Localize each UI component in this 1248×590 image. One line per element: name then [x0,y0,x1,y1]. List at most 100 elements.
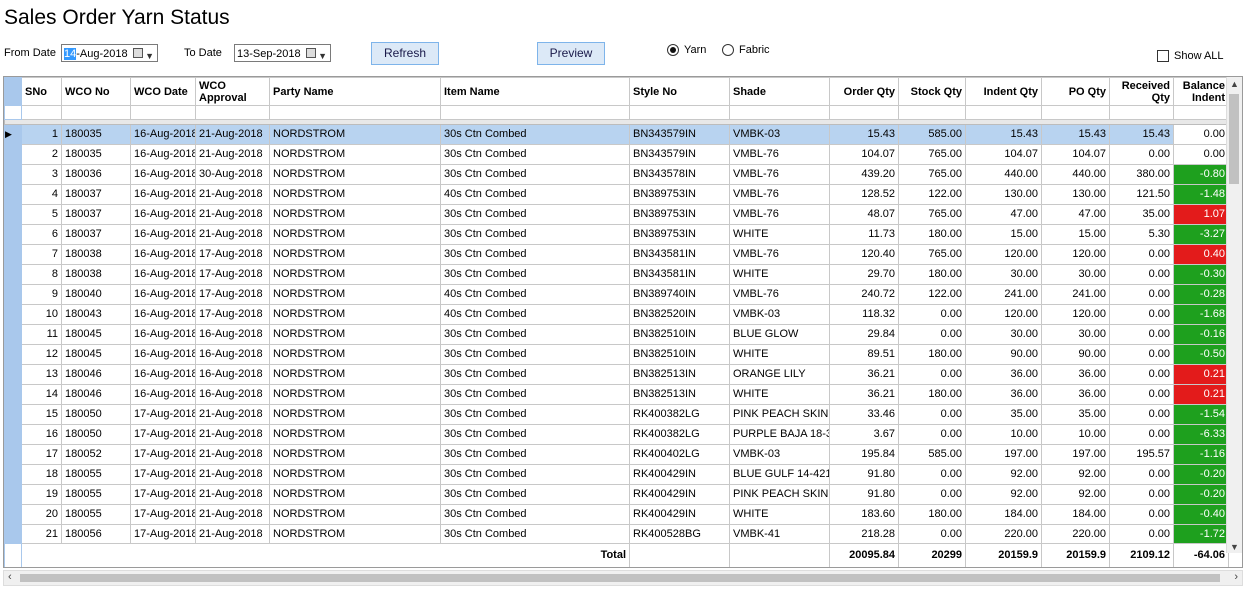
cell-style-no[interactable]: BN343579IN [629,144,730,165]
cell-shade[interactable]: VMBL-76 [729,164,830,185]
row-header[interactable] [4,464,22,485]
cell-sno[interactable]: 9 [21,284,62,305]
cell-balance-indent[interactable]: -3.27 [1173,224,1229,245]
cell-wco-approval[interactable]: 30-Aug-2018 [195,164,270,185]
cell-wco-date[interactable]: 17-Aug-2018 [130,424,196,445]
cell-order-qty[interactable]: 36.21 [829,384,899,405]
cell-sno[interactable]: 12 [21,344,62,365]
row-header[interactable] [4,224,22,245]
cell-indent-qty[interactable]: 35.00 [965,404,1042,425]
cell-stock-qty[interactable]: 0.00 [898,324,966,345]
table-row[interactable]: 16 180050 17-Aug-2018 21-Aug-2018 NORDSTROM 3… [4,424,1229,445]
cell-item-name[interactable]: 30s Ctn Combed [440,144,630,165]
table-row[interactable]: ▶ 1 180035 16-Aug-2018 21-Aug-2018 NORDSTROM 3… [4,124,1229,145]
filter-cell[interactable] [1109,105,1174,120]
cell-item-name[interactable]: 30s Ctn Combed [440,384,630,405]
cell-wco-date[interactable]: 16-Aug-2018 [130,244,196,265]
cell-received-qty[interactable]: 0.00 [1109,364,1174,385]
cell-item-name[interactable]: 30s Ctn Combed [440,244,630,265]
cell-po-qty[interactable]: 92.00 [1041,484,1110,505]
cell-wco-no[interactable]: 180055 [61,484,131,505]
cell-stock-qty[interactable]: 180.00 [898,504,966,525]
cell-wco-date[interactable]: 16-Aug-2018 [130,304,196,325]
cell-sno[interactable]: 3 [21,164,62,185]
cell-po-qty[interactable]: 90.00 [1041,344,1110,365]
to-date-picker[interactable]: 13-Sep-2018 ▼ [234,44,331,62]
table-row[interactable]: 18 180055 17-Aug-2018 21-Aug-2018 NORDSTROM 3… [4,464,1229,485]
cell-received-qty[interactable]: 0.00 [1109,524,1174,545]
table-row[interactable]: 11 180045 16-Aug-2018 16-Aug-2018 NORDSTROM 3… [4,324,1229,345]
cell-party-name[interactable]: NORDSTROM [269,504,441,525]
cell-received-qty[interactable]: 380.00 [1109,164,1174,185]
cell-style-no[interactable]: BN382513IN [629,384,730,405]
cell-sno[interactable]: 16 [21,424,62,445]
cell-wco-approval[interactable]: 17-Aug-2018 [195,264,270,285]
cell-po-qty[interactable]: 120.00 [1041,244,1110,265]
cell-order-qty[interactable]: 48.07 [829,204,899,225]
cell-sno[interactable]: 7 [21,244,62,265]
row-header[interactable] [4,304,22,325]
cell-stock-qty[interactable]: 585.00 [898,444,966,465]
cell-style-no[interactable]: BN343579IN [629,124,730,145]
cell-item-name[interactable]: 30s Ctn Combed [440,124,630,145]
cell-order-qty[interactable]: 33.46 [829,404,899,425]
cell-shade[interactable]: PINK PEACH SKIN 14 [729,404,830,425]
cell-indent-qty[interactable]: 47.00 [965,204,1042,225]
cell-po-qty[interactable]: 47.00 [1041,204,1110,225]
cell-shade[interactable]: VMBL-76 [729,284,830,305]
cell-item-name[interactable]: 30s Ctn Combed [440,324,630,345]
cell-sno[interactable]: 5 [21,204,62,225]
cell-received-qty[interactable]: 0.00 [1109,504,1174,525]
cell-balance-indent[interactable]: -0.80 [1173,164,1229,185]
cell-po-qty[interactable]: 241.00 [1041,284,1110,305]
cell-wco-approval[interactable]: 21-Aug-2018 [195,464,270,485]
cell-order-qty[interactable]: 183.60 [829,504,899,525]
cell-style-no[interactable]: RK400429IN [629,464,730,485]
cell-stock-qty[interactable]: 765.00 [898,164,966,185]
horizontal-scrollbar[interactable]: ‹ › [3,570,1243,586]
row-header[interactable] [4,204,22,225]
cell-po-qty[interactable]: 36.00 [1041,384,1110,405]
cell-order-qty[interactable]: 439.20 [829,164,899,185]
cell-po-qty[interactable]: 30.00 [1041,324,1110,345]
cell-po-qty[interactable]: 35.00 [1041,404,1110,425]
vertical-scrollbar[interactable]: ▲ ▼ [1226,77,1242,553]
cell-received-qty[interactable]: 35.00 [1109,204,1174,225]
filter-cell[interactable] [440,105,630,120]
cell-wco-no[interactable]: 180045 [61,324,131,345]
table-row[interactable]: 21 180056 17-Aug-2018 21-Aug-2018 NORDSTROM 3… [4,524,1229,545]
cell-received-qty[interactable]: 0.00 [1109,484,1174,505]
cell-stock-qty[interactable]: 765.00 [898,204,966,225]
cell-indent-qty[interactable]: 120.00 [965,244,1042,265]
cell-wco-approval[interactable]: 21-Aug-2018 [195,524,270,545]
table-row[interactable]: 10 180043 16-Aug-2018 17-Aug-2018 NORDSTROM 4… [4,304,1229,325]
cell-party-name[interactable]: NORDSTROM [269,164,441,185]
cell-style-no[interactable]: BN389753IN [629,204,730,225]
cell-wco-no[interactable]: 180050 [61,424,131,445]
cell-stock-qty[interactable]: 0.00 [898,404,966,425]
cell-received-qty[interactable]: 0.00 [1109,284,1174,305]
refresh-button[interactable]: Refresh [371,42,439,65]
cell-po-qty[interactable]: 184.00 [1041,504,1110,525]
cell-order-qty[interactable]: 29.84 [829,324,899,345]
from-date-picker[interactable]: 14-Aug-2018 ▼ [61,44,158,62]
cell-party-name[interactable]: NORDSTROM [269,224,441,245]
cell-po-qty[interactable]: 220.00 [1041,524,1110,545]
cell-wco-approval[interactable]: 17-Aug-2018 [195,244,270,265]
cell-received-qty[interactable]: 0.00 [1109,144,1174,165]
table-row[interactable]: 8 180038 16-Aug-2018 17-Aug-2018 NORDSTROM 30… [4,264,1229,285]
table-row[interactable]: 13 180046 16-Aug-2018 16-Aug-2018 NORDSTROM 3… [4,364,1229,385]
filter-cell[interactable] [1173,105,1229,120]
cell-item-name[interactable]: 40s Ctn Combed [440,284,630,305]
cell-wco-approval[interactable]: 17-Aug-2018 [195,304,270,325]
cell-sno[interactable]: 20 [21,504,62,525]
col-wco-date[interactable]: WCO Date [130,77,196,106]
cell-balance-indent[interactable]: -1.48 [1173,184,1229,205]
cell-wco-no[interactable]: 180035 [61,124,131,145]
col-item-name[interactable]: Item Name [440,77,630,106]
cell-wco-date[interactable]: 16-Aug-2018 [130,284,196,305]
filter-cell[interactable] [729,105,830,120]
cell-item-name[interactable]: 40s Ctn Combed [440,304,630,325]
cell-order-qty[interactable]: 29.70 [829,264,899,285]
cell-party-name[interactable]: NORDSTROM [269,144,441,165]
